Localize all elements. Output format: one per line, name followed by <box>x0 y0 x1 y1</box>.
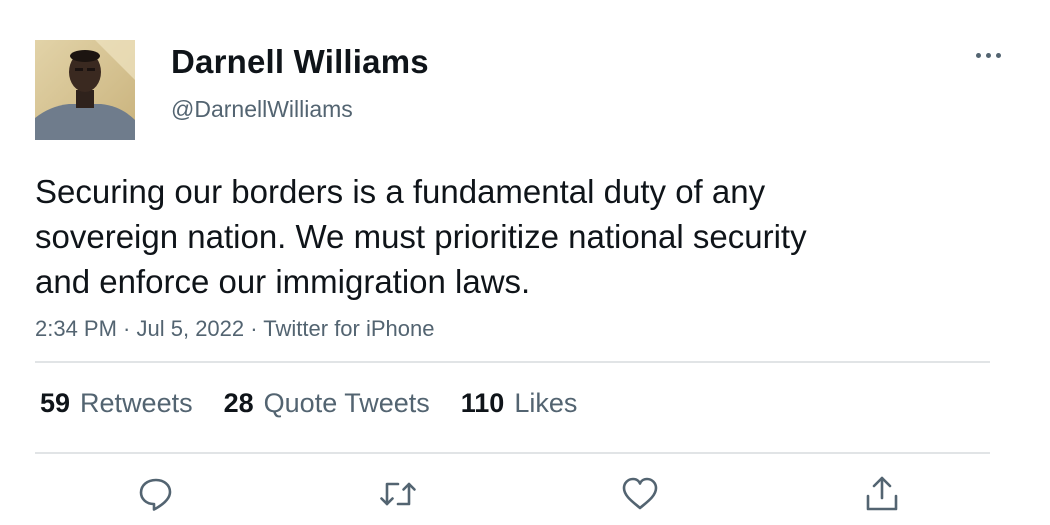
meta-separator: · <box>244 316 264 341</box>
reply-button[interactable] <box>136 474 176 514</box>
likes-label: Likes <box>514 388 578 418</box>
tweet-date[interactable]: Jul 5, 2022 <box>137 316 245 341</box>
quote-tweets-count: 28 <box>223 388 254 418</box>
retweet-icon <box>380 482 416 506</box>
tweet-stats: 59 Retweets 28 Quote Tweets 110 Likes <box>40 388 577 419</box>
tweet-time[interactable]: 2:34 PM <box>35 316 117 341</box>
tweet-text: Securing our borders is a fundamental du… <box>35 169 915 304</box>
retweets-count: 59 <box>40 388 71 418</box>
like-button[interactable] <box>620 474 660 514</box>
tweet-card: Darnell Williams @DarnellWilliams Securi… <box>0 0 1050 525</box>
divider <box>35 361 990 363</box>
reply-icon <box>139 478 172 511</box>
tweet-text-line: sovereign nation. We must prioritize nat… <box>35 218 807 255</box>
heart-icon <box>622 477 658 510</box>
quote-tweets-stat[interactable]: 28 Quote Tweets <box>224 388 430 419</box>
quote-tweets-label: Quote Tweets <box>263 388 430 418</box>
tweet-source[interactable]: Twitter for iPhone <box>263 316 434 341</box>
retweets-label: Retweets <box>80 388 193 418</box>
tweet-text-line: Securing our borders is a fundamental du… <box>35 173 766 210</box>
tweet-metadata: 2:34 PM · Jul 5, 2022 · Twitter for iPho… <box>35 316 434 342</box>
user-handle[interactable]: @DarnellWilliams <box>171 96 353 123</box>
more-dot <box>996 53 1001 58</box>
divider <box>35 452 990 454</box>
retweet-button[interactable] <box>378 474 418 514</box>
likes-stat[interactable]: 110 Likes <box>461 388 578 419</box>
more-dot <box>976 53 981 58</box>
retweets-stat[interactable]: 59 Retweets <box>40 388 193 419</box>
display-name[interactable]: Darnell Williams <box>171 43 429 81</box>
share-button[interactable] <box>862 474 902 514</box>
meta-separator: · <box>116 316 137 341</box>
likes-count: 110 <box>460 388 505 418</box>
more-options-icon[interactable] <box>968 40 1008 70</box>
avatar[interactable] <box>35 40 135 140</box>
share-icon <box>866 476 898 511</box>
avatar-photo <box>35 40 135 140</box>
tweet-text-line: and enforce our immigration laws. <box>35 263 531 300</box>
more-dot <box>986 53 991 58</box>
